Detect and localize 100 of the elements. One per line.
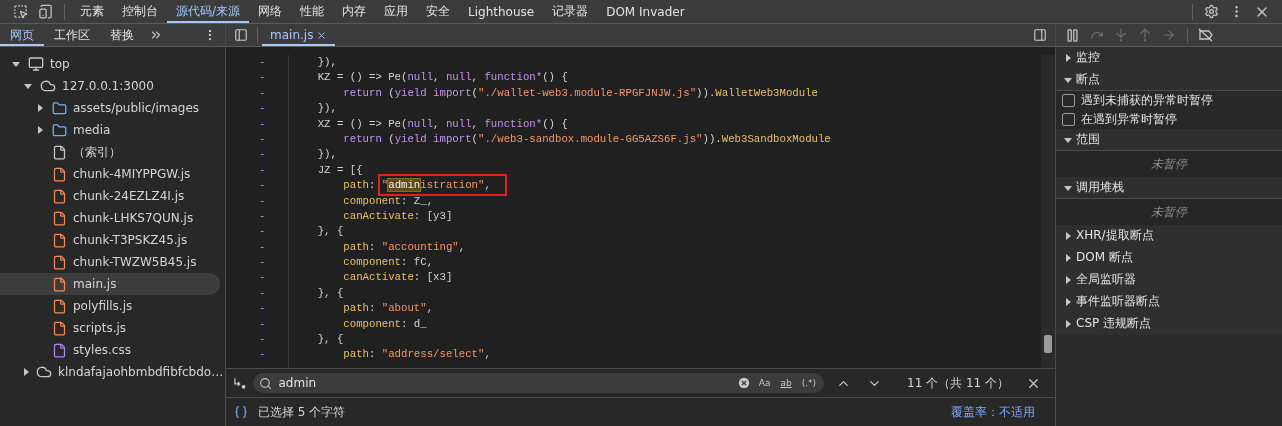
expanded-caret-icon[interactable] [1064,75,1072,84]
navigator-tab[interactable]: 工作区 [44,24,100,46]
code-line: return (yield import("./web3-sandbox.module-GG5AZS6F.js")).Web3SandboxModule [342,131,832,147]
coverage-link[interactable]: 覆盖率：不适用 [951,403,1035,421]
code-line: }), [316,101,338,117]
script-file-icon [52,276,67,292]
annotation-box: "administration", [377,174,507,197]
device-toolbar-icon[interactable] [38,4,53,19]
line-marker: - [258,147,267,163]
replace-toggle-icon[interactable] [232,375,248,391]
close-icon[interactable] [316,29,328,41]
line-marker: - [258,55,267,70]
section-header[interactable]: 全局监听器 [1056,269,1282,291]
search-option-toggle[interactable]: ab [778,378,794,388]
tree-item[interactable]: 127.0.0.1:3000 [0,75,220,97]
section-header[interactable]: 范围 [1056,129,1282,151]
checkbox[interactable] [1062,113,1075,126]
collapsed-caret-icon[interactable] [1064,231,1072,240]
tree-item[interactable]: top [0,53,220,75]
code-line: }, { [316,332,345,348]
empty-state-text: 未暂停 [1056,151,1282,177]
expanded-caret-icon[interactable] [12,60,20,68]
search-option-toggle[interactable]: (.*) [799,378,818,388]
tree-item[interactable]: polyfills.js [0,295,220,317]
script-file-icon [52,298,67,314]
panel-tab[interactable]: 网络 [249,0,292,23]
tree-item[interactable]: assets/public/images [0,97,220,119]
document-icon [52,144,67,160]
tree-item[interactable]: styles.css [0,339,220,361]
scrollbar[interactable] [1041,55,1055,368]
tree-item[interactable]: chunk-24EZLZ4I.js [0,185,220,207]
section-header[interactable]: 断点 [1056,69,1282,91]
tree-item[interactable]: chunk-LHKS7QUN.js [0,207,220,229]
script-file-icon [52,210,67,226]
script-file-icon [52,320,67,336]
panel-tab[interactable]: 安全 [417,0,460,23]
inspect-element-icon[interactable] [13,4,28,19]
line-marker: - [258,131,267,147]
line-marker: - [258,162,267,178]
collapsed-caret-icon[interactable] [1064,297,1072,306]
search-option-toggle[interactable]: Aa [756,378,773,388]
section-header[interactable]: CSP 违规断点 [1056,313,1282,335]
panel-tab[interactable]: 控制台 [113,0,167,23]
pause-icon[interactable] [1065,27,1080,43]
expanded-caret-icon[interactable] [1064,135,1072,144]
collapsed-caret-icon[interactable] [36,126,44,134]
pretty-print-icon[interactable] [234,405,248,419]
section-header[interactable]: 调用堆栈 [1056,177,1282,199]
deactivate-breakpoints-icon[interactable] [1198,28,1214,42]
code-line: component: fC, [342,255,435,271]
expanded-caret-icon[interactable] [24,82,32,90]
script-file-icon [52,166,67,182]
script-file-icon [52,188,67,204]
navigator-tab[interactable]: 替换 [100,24,144,46]
panel-tab[interactable]: 元素 [71,0,113,23]
clear-icon[interactable] [736,376,751,390]
collapsed-caret-icon[interactable] [36,104,44,112]
tree-item[interactable]: chunk-T3PSKZ45.js [0,229,220,251]
tree-item[interactable]: media [0,119,220,141]
panel-tab[interactable]: 性能 [291,0,334,23]
settings-icon[interactable] [1204,4,1219,19]
section-header[interactable]: 监控 [1056,47,1282,69]
tree-item[interactable]: scripts.js [0,317,220,339]
search-field[interactable]: admin Aa ab (.*) [253,373,824,393]
panel-tab[interactable]: 内存 [333,0,376,23]
line-marker: - [258,285,267,301]
collapsed-caret-icon[interactable] [1064,319,1072,328]
tree-item[interactable]: chunk-TWZW5B45.js [0,251,220,273]
expanded-caret-icon[interactable] [1064,183,1072,192]
code-line: canActivate: [y3] [342,208,454,224]
panel-tab[interactable]: 记录器 [543,0,598,23]
panel-tab[interactable]: Lighthouse [459,0,544,23]
section-header[interactable]: 事件监听器断点 [1056,291,1282,313]
section-header[interactable]: DOM 断点 [1056,247,1282,269]
collapsed-caret-icon[interactable] [22,368,30,376]
tree-item[interactable]: klndafajaohbmbdfibfcbdo… [0,361,220,383]
panel-tab[interactable]: 应用 [375,0,418,23]
collapsed-caret-icon[interactable] [1064,253,1072,262]
selection-status: 已选择 5 个字符 [258,403,346,421]
tree-item[interactable]: main.js [0,273,220,295]
collapsed-caret-icon[interactable] [1064,275,1072,284]
match-count: 11 个（共 11 个） [907,374,1009,392]
cloud-icon [40,78,56,94]
checkbox[interactable] [1062,94,1075,107]
toggle-debugger-icon[interactable] [1033,28,1047,42]
cloud-icon [36,364,52,380]
line-marker: - [258,224,267,240]
stylesheet-file-icon [52,342,67,358]
panel-tab[interactable]: DOM Invader [597,0,694,23]
toggle-navigator-icon[interactable] [234,28,248,42]
code-line: return (yield import("./wallet-web3.module-RPGFJNJW.js")).WalletWeb3Module [342,85,819,101]
line-marker: - [258,239,267,255]
line-marker: - [258,301,267,317]
line-marker: - [258,178,267,194]
tree-item[interactable]: （索引） [0,141,220,163]
collapsed-caret-icon[interactable] [1064,53,1072,62]
section-header[interactable]: XHR/提取断点 [1056,225,1282,247]
more-tabs-icon[interactable] [149,28,163,42]
navigator-tab[interactable]: 网页 [0,24,44,46]
tree-item[interactable]: chunk-4MIYPPGW.js [0,163,220,185]
